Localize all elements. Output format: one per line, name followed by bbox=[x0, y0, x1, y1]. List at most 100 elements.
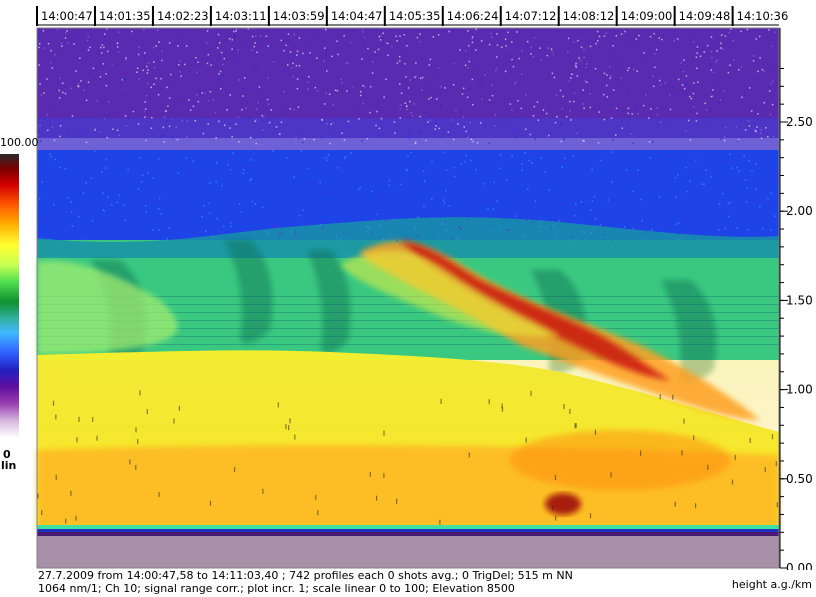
noise-pixel bbox=[295, 64, 298, 67]
noise-pixel bbox=[387, 181, 389, 183]
noise-pixel bbox=[460, 228, 462, 231]
noise-pixel bbox=[255, 142, 257, 145]
noise-pixel bbox=[558, 200, 560, 202]
noise-pixel bbox=[564, 137, 566, 139]
noise-pixel bbox=[620, 160, 622, 163]
noise-pixel bbox=[207, 100, 210, 102]
noise-pixel bbox=[237, 49, 239, 52]
noise-pixel bbox=[231, 158, 234, 160]
noise-pixel bbox=[60, 42, 63, 45]
noise-pixel bbox=[774, 215, 776, 217]
noise-pixel bbox=[332, 122, 335, 124]
noise-pixel bbox=[738, 170, 740, 172]
noise-pixel bbox=[394, 132, 396, 134]
noise-pixel bbox=[150, 127, 153, 129]
noise-pixel bbox=[178, 64, 180, 66]
noise-pixel bbox=[300, 150, 303, 152]
noise-pixel bbox=[366, 206, 369, 208]
noise-pixel bbox=[227, 180, 229, 183]
noise-pixel bbox=[378, 127, 381, 130]
noise-pixel bbox=[681, 63, 683, 65]
noise-pixel bbox=[715, 61, 717, 63]
noise-pixel bbox=[669, 108, 672, 111]
noise-pixel bbox=[217, 47, 219, 49]
noise-pixel bbox=[467, 136, 469, 139]
noise-dash bbox=[65, 518, 67, 524]
noise-pixel bbox=[557, 155, 559, 158]
noise-pixel bbox=[263, 116, 265, 118]
noise-pixel bbox=[91, 220, 94, 222]
noise-pixel bbox=[606, 84, 608, 87]
noise-dash bbox=[137, 438, 139, 444]
noise-pixel bbox=[202, 132, 205, 135]
noise-pixel bbox=[343, 232, 345, 234]
noise-pixel bbox=[701, 183, 703, 186]
noise-pixel bbox=[494, 125, 496, 127]
noise-dash bbox=[70, 490, 72, 496]
noise-pixel bbox=[367, 47, 369, 50]
noise-pixel bbox=[212, 99, 215, 101]
noise-pixel bbox=[385, 42, 387, 44]
noise-pixel bbox=[677, 238, 679, 241]
noise-pixel bbox=[101, 44, 104, 46]
noise-dash bbox=[396, 498, 398, 504]
noise-pixel bbox=[696, 112, 698, 115]
noise-pixel bbox=[143, 28, 145, 31]
noise-pixel bbox=[655, 48, 658, 51]
noise-pixel bbox=[309, 52, 311, 54]
noise-pixel bbox=[325, 54, 328, 56]
noise-pixel bbox=[574, 239, 576, 241]
time-tick-label: 14:00:47 bbox=[41, 9, 93, 23]
noise-pixel bbox=[565, 43, 568, 45]
noise-pixel bbox=[607, 199, 610, 201]
noise-pixel bbox=[712, 151, 714, 153]
noise-pixel bbox=[229, 162, 231, 165]
noise-pixel bbox=[672, 86, 674, 88]
noise-pixel bbox=[172, 118, 174, 121]
noise-pixel bbox=[66, 128, 69, 131]
noise-pixel bbox=[194, 226, 196, 229]
noise-pixel bbox=[427, 121, 429, 123]
noise-pixel bbox=[721, 114, 723, 117]
noise-dash bbox=[369, 471, 371, 477]
noise-pixel bbox=[147, 62, 150, 65]
noise-pixel bbox=[467, 67, 469, 69]
noise-pixel bbox=[56, 48, 58, 50]
noise-pixel bbox=[280, 121, 283, 123]
noise-pixel bbox=[50, 49, 52, 52]
noise-pixel bbox=[741, 96, 743, 98]
noise-pixel bbox=[595, 39, 597, 41]
noise-pixel bbox=[522, 235, 524, 237]
noise-pixel bbox=[432, 88, 434, 91]
noise-pixel bbox=[395, 35, 397, 38]
noise-pixel bbox=[39, 124, 41, 127]
noise-pixel bbox=[361, 174, 364, 177]
noise-pixel bbox=[510, 211, 513, 214]
noise-dash bbox=[707, 464, 709, 470]
noise-pixel bbox=[659, 79, 661, 82]
noise-pixel bbox=[585, 131, 587, 134]
noise-pixel bbox=[586, 68, 589, 71]
noise-pixel bbox=[649, 157, 652, 159]
noise-pixel bbox=[346, 90, 348, 92]
noise-pixel bbox=[291, 166, 293, 168]
noise-dash bbox=[55, 414, 57, 420]
noise-pixel bbox=[265, 35, 268, 38]
noise-pixel bbox=[440, 86, 443, 88]
noise-pixel bbox=[650, 221, 653, 223]
noise-pixel bbox=[165, 110, 167, 113]
noise-pixel bbox=[706, 109, 708, 111]
noise-pixel bbox=[598, 35, 601, 38]
noise-pixel bbox=[740, 65, 743, 68]
noise-pixel bbox=[151, 167, 153, 170]
noise-pixel bbox=[760, 202, 763, 205]
noise-pixel bbox=[150, 86, 152, 89]
noise-pixel bbox=[520, 194, 522, 196]
noise-pixel bbox=[137, 188, 140, 190]
noise-pixel bbox=[583, 56, 585, 59]
noise-pixel bbox=[245, 165, 247, 168]
noise-pixel bbox=[326, 70, 328, 72]
noise-pixel bbox=[612, 177, 615, 179]
noise-pixel bbox=[307, 182, 309, 184]
noise-pixel bbox=[525, 94, 527, 96]
